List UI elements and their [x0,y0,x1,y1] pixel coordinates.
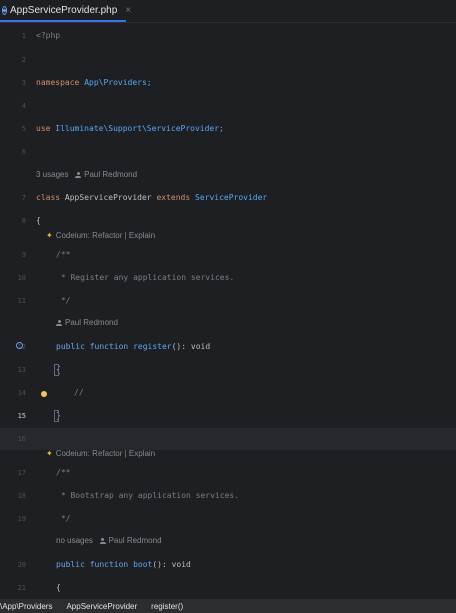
line-number: 2 [21,56,26,64]
line-number: 1 [21,32,26,40]
line-number: 7 [21,194,26,202]
keyword-public-function: public function [56,342,129,351]
line-number: 4 [21,102,26,110]
boot-usage-hint[interactable]: no usages Paul Redmond [56,536,162,545]
author-name[interactable]: Paul Redmond [84,170,137,179]
keyword-class: class [36,193,61,202]
line-number: 21 [17,584,26,592]
line-number: 16 [17,435,26,443]
tab-filename: AppServiceProvider.php [10,4,118,16]
php-open-tag: <?php [36,31,61,40]
lightbulb-icon[interactable] [41,391,47,397]
class-usage-hint[interactable]: 3 usages Paul Redmond [36,170,137,179]
line-number: 11 [17,297,26,305]
parent-class: ServiceProvider [195,193,268,202]
brace-match-highlight [54,410,59,422]
namespace-line: namespace App\Providers; [36,78,152,87]
namespace-path: App\Providers; [84,78,152,87]
breadcrumb-method[interactable]: register() [151,602,183,611]
usage-count[interactable]: 3 usages [36,170,68,179]
keyword-use: use [36,124,51,133]
line-number: 10 [17,274,26,282]
doc-comment-open: /** [56,468,71,477]
boot-method-signature: public function boot(): void [56,560,191,569]
php-file-icon [2,5,7,15]
doc-comment-close: */ [56,296,71,305]
line-number: 9 [21,251,26,259]
line-number: 17 [17,469,26,477]
doc-comment-open: /** [56,250,71,259]
codeium-actions[interactable]: Codeium: Refactor | Explain [56,449,155,458]
brace-match-highlight [54,364,59,376]
current-line-highlight [0,428,456,450]
keyword-extends: extends [156,193,191,202]
method-name-register: register [133,342,172,351]
line-number: 13 [17,366,26,374]
codeium-actions[interactable]: Codeium: Refactor | Explain [56,231,155,240]
line-number: 20 [17,561,26,569]
line-number-current: 15 [17,412,26,420]
line-number: 3 [21,79,26,87]
code-editor[interactable]: 1 2 3 4 5 6 7 8 9 10 11 12 13 14 15 16 1… [0,24,456,597]
line-number: 6 [21,148,26,156]
register-author-hint[interactable]: Paul Redmond [56,318,118,327]
breadcrumb-class[interactable]: AppServiceProvider [66,602,137,611]
boot-open-brace: { [56,583,61,592]
breadcrumb: \App\Providers AppServiceProvider regist… [0,599,456,613]
keyword-public-function: public function [56,560,129,569]
use-line: use Illuminate\Support\ServiceProvider; [36,124,224,133]
user-icon [56,320,62,326]
author-name[interactable]: Paul Redmond [65,318,118,327]
tab-app-service-provider[interactable]: AppServiceProvider.php × [0,0,131,22]
user-icon [99,538,106,544]
doc-comment-close: */ [56,514,71,523]
class-declaration: class AppServiceProvider extends Service… [36,193,267,202]
open-brace: { [36,216,41,225]
breadcrumb-namespace[interactable]: \App\Providers [0,602,52,611]
keyword-namespace: namespace [36,78,80,87]
line-number: 5 [21,125,26,133]
inline-comment: // [74,388,84,397]
class-name: AppServiceProvider [64,193,152,202]
method-signature-rest: (): void [171,342,211,351]
codeium-lens[interactable]: ✦ Codeium: Refactor | Explain [46,449,155,458]
user-icon [75,172,82,178]
close-icon[interactable]: × [125,5,131,16]
doc-comment-text: * Register any application services. [56,273,235,282]
line-number: 8 [21,217,26,225]
sparkle-icon: ✦ [46,231,53,240]
author-name[interactable]: Paul Redmond [109,536,162,545]
use-path: Illuminate\Support\ServiceProvider; [55,124,224,133]
doc-comment-text: * Bootstrap any application services. [56,491,240,500]
implements-method-icon[interactable] [16,342,23,349]
method-name-boot: boot [133,560,153,569]
sparkle-icon: ✦ [46,449,53,458]
line-number: 14 [17,389,26,397]
line-number: 18 [17,492,26,500]
method-signature-rest: (): void [152,560,191,569]
usage-count[interactable]: no usages [56,536,93,545]
codeium-lens[interactable]: ✦ Codeium: Refactor | Explain [46,231,155,240]
line-number: 19 [17,515,26,523]
register-method-signature: public function register(): void [56,342,210,351]
editor-tab-bar: AppServiceProvider.php × [0,0,456,23]
